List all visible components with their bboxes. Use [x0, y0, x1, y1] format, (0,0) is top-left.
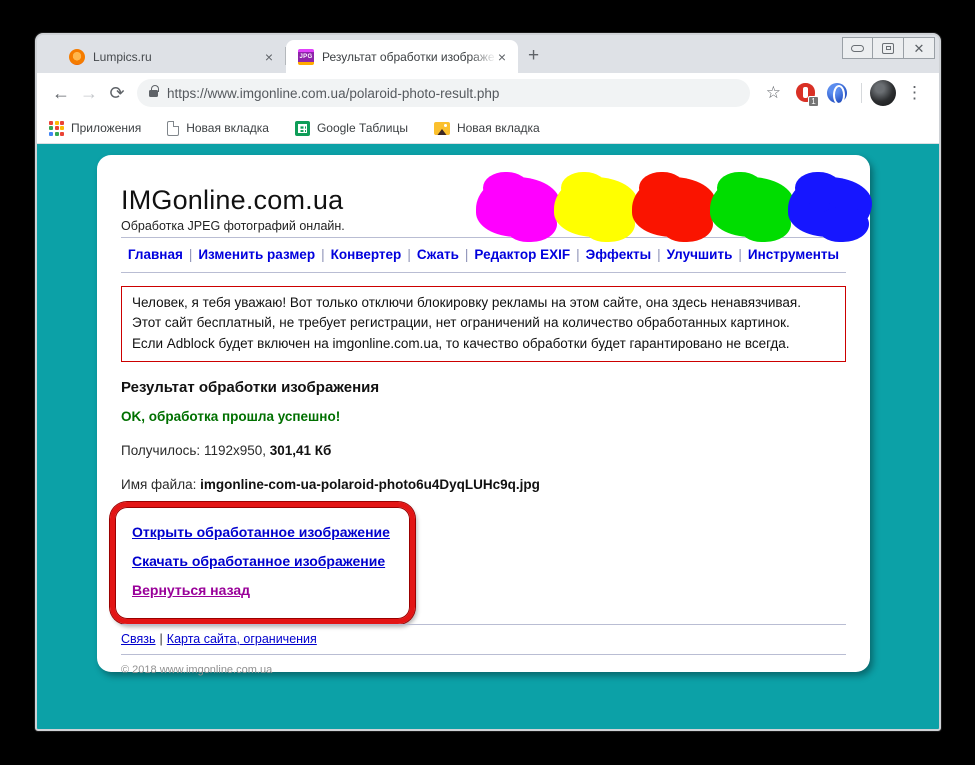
sitemap-link[interactable]: Карта сайта, ограничения: [167, 632, 317, 646]
result-links-callout: Открыть обработанное изображение Скачать…: [110, 501, 415, 624]
bookmark-apps[interactable]: Приложения: [49, 120, 142, 136]
browser-menu-button[interactable]: ⋮: [896, 83, 929, 103]
tab-title: Lumpics.ru: [93, 49, 152, 64]
nav-effects[interactable]: Эффекты: [586, 247, 651, 262]
bookmark-star-button[interactable]: ☆: [758, 83, 789, 103]
site-nav: Главная | Изменить размер | Конвертер | Сжать |…: [127, 247, 840, 262]
reload-button[interactable]: ⟳: [103, 79, 131, 107]
extension-badge: 1: [808, 96, 819, 107]
jpg-favicon-icon: JPG: [298, 48, 314, 65]
close-button[interactable]: ✕: [904, 37, 935, 59]
toolbar-divider: [861, 83, 862, 103]
browser-window: ✕ Lumpics.ru × JPG Результат обработки и…: [35, 33, 941, 731]
nav-resize[interactable]: Изменить размер: [198, 247, 315, 262]
status-message: OK, обработка прошла успешно!: [121, 408, 341, 424]
size-value: 301,41 Кб: [269, 442, 332, 458]
open-image-link[interactable]: Открыть обработанное изображение: [132, 524, 390, 540]
page-viewport: IMGonline.com.ua Обработка JPEG фотограф…: [37, 144, 939, 729]
divider: [121, 623, 846, 625]
contact-link[interactable]: Связь: [121, 632, 156, 646]
maximize-icon: [882, 42, 894, 54]
image-icon: [433, 121, 450, 135]
blob-magenta: [476, 172, 560, 242]
apps-grid-icon: [49, 120, 64, 136]
nav-improve[interactable]: Улучшить: [667, 247, 733, 262]
download-image-link[interactable]: Скачать обработанное изображение: [132, 553, 390, 569]
copyright-text: © 2018 www.imgonline.com.ua: [121, 663, 273, 676]
minimize-icon: [851, 44, 864, 52]
bookmark-label: Приложения: [71, 121, 142, 135]
address-bar[interactable]: https://www.imgonline.com.ua/polaroid-ph…: [137, 79, 750, 107]
color-blobs: [476, 172, 872, 242]
footer-links: Связь | Карта сайта, ограничения: [121, 631, 317, 646]
extension-globe-button[interactable]: [826, 82, 848, 105]
go-back-link[interactable]: Вернуться назад: [132, 582, 390, 598]
adblock-notice: Человек, я тебя уважаю! Вот только отклю…: [121, 286, 846, 362]
nav-home[interactable]: Главная: [128, 247, 183, 262]
site-subtitle: Обработка JPEG фотографий онлайн.: [121, 219, 345, 233]
tab-strip: ✕ Lumpics.ru × JPG Результат обработки и…: [37, 35, 939, 73]
nav-exif-editor[interactable]: Редактор EXIF: [474, 247, 570, 262]
result-size-line: Получилось: 1192x950, 301,41 Кб: [121, 443, 846, 458]
new-tab-button[interactable]: +: [518, 45, 551, 73]
https-lock-icon: [149, 84, 159, 97]
notice-line: Человек, я тебя уважаю! Вот только отклю…: [132, 295, 801, 310]
divider: [121, 272, 846, 273]
site-branding: IMGonline.com.ua Обработка JPEG фотограф…: [121, 173, 345, 233]
bookmarks-bar: Приложения Новая вкладка Google Таблицы …: [37, 113, 939, 144]
result-filename-line: Имя файла: imgonline-com-ua-polaroid-pho…: [121, 477, 846, 492]
tab-title: Результат обработки изображе: [322, 49, 495, 64]
window-controls: ✕: [842, 37, 935, 59]
filename-label: Имя файла:: [121, 476, 197, 492]
blob-blue: [788, 172, 872, 242]
extension-adblock-button[interactable]: 1: [794, 82, 819, 107]
blob-green: [710, 172, 794, 242]
bookmark-new-tab-2[interactable]: Новая вкладка: [433, 121, 540, 135]
blob-red: [632, 172, 716, 242]
tab-close-icon[interactable]: ×: [263, 49, 275, 65]
maximize-button[interactable]: [873, 37, 904, 59]
tab-imgonline-result[interactable]: JPG Результат обработки изображе ×: [286, 40, 518, 73]
forward-button: →: [80, 82, 98, 103]
nav-compress[interactable]: Сжать: [417, 247, 459, 262]
close-icon: ✕: [913, 40, 925, 56]
bookmark-label: Google Таблицы: [316, 121, 408, 135]
bookmark-google-sheets[interactable]: Google Таблицы: [294, 120, 408, 136]
url-text[interactable]: https://www.imgonline.com.ua/polaroid-ph…: [167, 86, 499, 101]
sheets-icon: [294, 120, 310, 136]
minimize-button[interactable]: [842, 37, 873, 59]
toolbar: ← → ⟳ https://www.imgonline.com.ua/polar…: [37, 73, 939, 113]
content-card: IMGonline.com.ua Обработка JPEG фотограф…: [97, 155, 872, 676]
notice-line: Если Adblock будет включен на imgonline.…: [132, 335, 790, 351]
tabs: Lumpics.ru × JPG Результат обработки изо…: [37, 35, 939, 73]
back-button[interactable]: ←: [47, 79, 75, 107]
bookmark-new-tab-1[interactable]: Новая вкладка: [167, 120, 269, 136]
bookmark-label: Новая вкладка: [186, 121, 269, 135]
globe-icon: [827, 83, 847, 105]
filename-value: imgonline-com-ua-polaroid-photo6u4DyqLUH…: [200, 476, 540, 492]
profile-avatar[interactable]: [870, 80, 896, 106]
lumpics-favicon-icon: [69, 48, 85, 65]
tab-close-icon[interactable]: ×: [496, 49, 508, 65]
divider: [121, 653, 846, 655]
blob-yellow: [554, 172, 638, 242]
size-label: Получилось: 1192x950,: [121, 442, 266, 458]
bookmark-label: Новая вкладка: [456, 121, 540, 135]
nav-converter[interactable]: Конвертер: [331, 247, 402, 262]
page-icon: [167, 120, 180, 136]
site-title: IMGonline.com.ua: [121, 185, 344, 215]
nav-tools[interactable]: Инструменты: [748, 247, 839, 262]
notice-line: Этот сайт бесплатный, не требует регистр…: [132, 315, 790, 331]
site-header: IMGonline.com.ua Обработка JPEG фотограф…: [121, 172, 872, 242]
tab-lumpics[interactable]: Lumpics.ru ×: [57, 40, 285, 73]
result-heading: Результат обработки изображения: [121, 378, 380, 396]
